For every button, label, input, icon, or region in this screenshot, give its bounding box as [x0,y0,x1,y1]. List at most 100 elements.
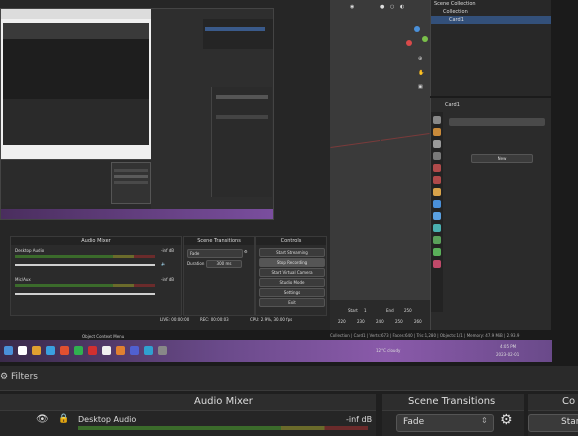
outer-desktop-db: -inf dB [346,415,373,424]
timeline-end-label: End [386,308,394,313]
outer-controls-title: Co [562,396,576,407]
material-slot-list[interactable] [449,118,545,126]
taskbar-tooltip: Object Context Menu [82,334,125,339]
outer-start-button[interactable]: Start [528,414,578,432]
outer-gear-icon[interactable]: ⚙ [500,412,513,428]
material-new-button[interactable]: New [471,154,533,163]
nested-mic-fader[interactable] [15,293,155,295]
blender-viewport: ⊕ ✋ ▣ ◉ ● ○ ◐ Start 1 End 250 220 230 24… [330,0,430,330]
inner-preview [0,8,274,220]
timeline-start-label: Start [348,308,358,313]
captured-screen: Audio Mixer Desktop Audio -inf dB 🔈 Mic/… [0,0,330,330]
nested-transitions-title: Scene Transitions [184,237,254,245]
outer-desktop-audio-label: Desktop Audio [78,415,137,424]
weather-widget[interactable]: 12°C cloudy [376,348,400,353]
outer-lock-icon[interactable]: 🔒 [58,414,69,424]
output-tab-icon[interactable] [433,140,441,148]
nested-controls: Controls Start Streaming Stop Recording … [255,236,327,316]
camera-icon[interactable]: ▣ [418,84,423,90]
navigation-gizmo[interactable] [406,26,428,48]
edge-icon[interactable] [46,346,55,355]
inner-taskbar [1,209,273,219]
hand-icon[interactable]: ✋ [418,70,424,76]
nested-cpu-status: CPU: 2.9%, 30.00 fps [250,317,293,322]
nested-desktop-audio-label: Desktop Audio [15,248,45,253]
filters-label[interactable]: Filters [11,372,38,382]
nested-desktop-db: -inf dB [161,248,175,253]
search-icon[interactable] [18,346,27,355]
blender-properties: Card1 New [430,98,551,330]
nested-desktop-meter [15,255,155,258]
spinner-arrows-icon[interactable]: ⇕ [481,416,488,425]
windows-taskbar: Object Context Menu 12°C cloudy 4:05 PM … [0,334,552,362]
obs-icon[interactable] [102,346,111,355]
clock-date[interactable]: 2023-02-01 [496,352,519,357]
ruler-260: 260 [414,319,422,324]
ruler-230: 230 [357,319,365,324]
view-icon[interactable]: ◉ [350,4,354,10]
outer-start-label: Start [561,417,578,427]
nested-duration-field[interactable]: 300 ms [206,260,242,268]
nested-rec-status: REC: 00:00:03 [200,317,229,322]
render-tab-icon[interactable] [433,128,441,136]
app-icon-3[interactable] [88,346,97,355]
ruler-250: 250 [395,319,403,324]
outliner-collection[interactable]: Collection [431,8,551,16]
scene-tab-icon[interactable] [433,164,441,172]
outer-mixer-title: Audio Mixer [194,396,253,407]
nested-settings[interactable]: Settings [259,288,325,297]
nested-mic-db: -inf dB [161,277,175,282]
nested-speaker-icon[interactable]: 🔈 [161,261,166,266]
material-tab-icon[interactable] [433,260,441,268]
app-icon-5[interactable] [144,346,153,355]
shading-rendered-icon[interactable]: ◐ [400,4,404,10]
nested-controls-title: Controls [256,237,326,245]
nested-studio-mode[interactable]: Studio Mode [259,278,325,287]
nested-mixer-title: Audio Mixer [11,237,181,245]
data-tab-icon[interactable] [433,248,441,256]
filters-icon[interactable]: ⚙ [0,372,8,382]
app-icon-4[interactable] [130,346,139,355]
view-layer-tab-icon[interactable] [433,152,441,160]
app-icon-6[interactable] [158,346,167,355]
blender-status-bar: Collection | Card1 | Verts:673 | Faces:6… [330,333,520,338]
clock-time[interactable]: 4:05 PM [500,344,516,349]
nested-scene-transitions: Scene Transitions Fade ⚙ Duration 300 ms [183,236,255,316]
timeline-end-value[interactable]: 250 [404,308,412,313]
outliner-card1[interactable]: Card1 [431,16,551,24]
nested-stop-recording[interactable]: Stop Recording [259,258,325,267]
inner-blender [151,9,273,209]
modifier-tab-icon[interactable] [433,200,441,208]
nested-start-virtual-camera[interactable]: Start Virtual Camera [259,268,325,277]
outliner-scene-collection[interactable]: Scene Collection [431,0,551,8]
shading-solid-icon[interactable]: ● [380,4,384,10]
object-tab-icon[interactable] [433,188,441,196]
physics-tab-icon[interactable] [433,224,441,232]
app-icon-2[interactable] [74,346,83,355]
properties-object-name: Card1 [445,102,460,108]
nested-live-status: LIVE: 00:00:00 [160,317,190,322]
outer-visibility-eye-icon[interactable]: 👁 [36,414,49,425]
nested-start-streaming[interactable]: Start Streaming [259,248,325,257]
world-tab-icon[interactable] [433,176,441,184]
nested-mic-label: Mic/Aux [15,277,31,282]
nested-desktop-fader[interactable] [15,264,155,266]
nested-audio-mixer: Audio Mixer Desktop Audio -inf dB 🔈 Mic/… [10,236,182,316]
nested-duration-label: Duration [187,261,205,266]
nested-transition-select[interactable]: Fade [187,249,243,258]
particles-tab-icon[interactable] [433,212,441,220]
tool-tab-icon[interactable] [433,116,441,124]
outer-desktop-meter [78,426,368,430]
outer-transition-select[interactable]: Fade ⇕ [396,414,494,432]
start-icon[interactable] [4,346,13,355]
inner-browser [1,9,151,159]
nested-gear-icon[interactable]: ⚙ [244,249,248,254]
shading-material-icon[interactable]: ○ [390,4,394,10]
file-explorer-icon[interactable] [32,346,41,355]
app-icon-1[interactable] [60,346,69,355]
nested-exit[interactable]: Exit [259,298,325,307]
constraints-tab-icon[interactable] [433,236,441,244]
zoom-icon[interactable]: ⊕ [418,56,422,62]
timeline-start-value[interactable]: 1 [364,308,367,313]
blender-icon[interactable] [116,346,125,355]
